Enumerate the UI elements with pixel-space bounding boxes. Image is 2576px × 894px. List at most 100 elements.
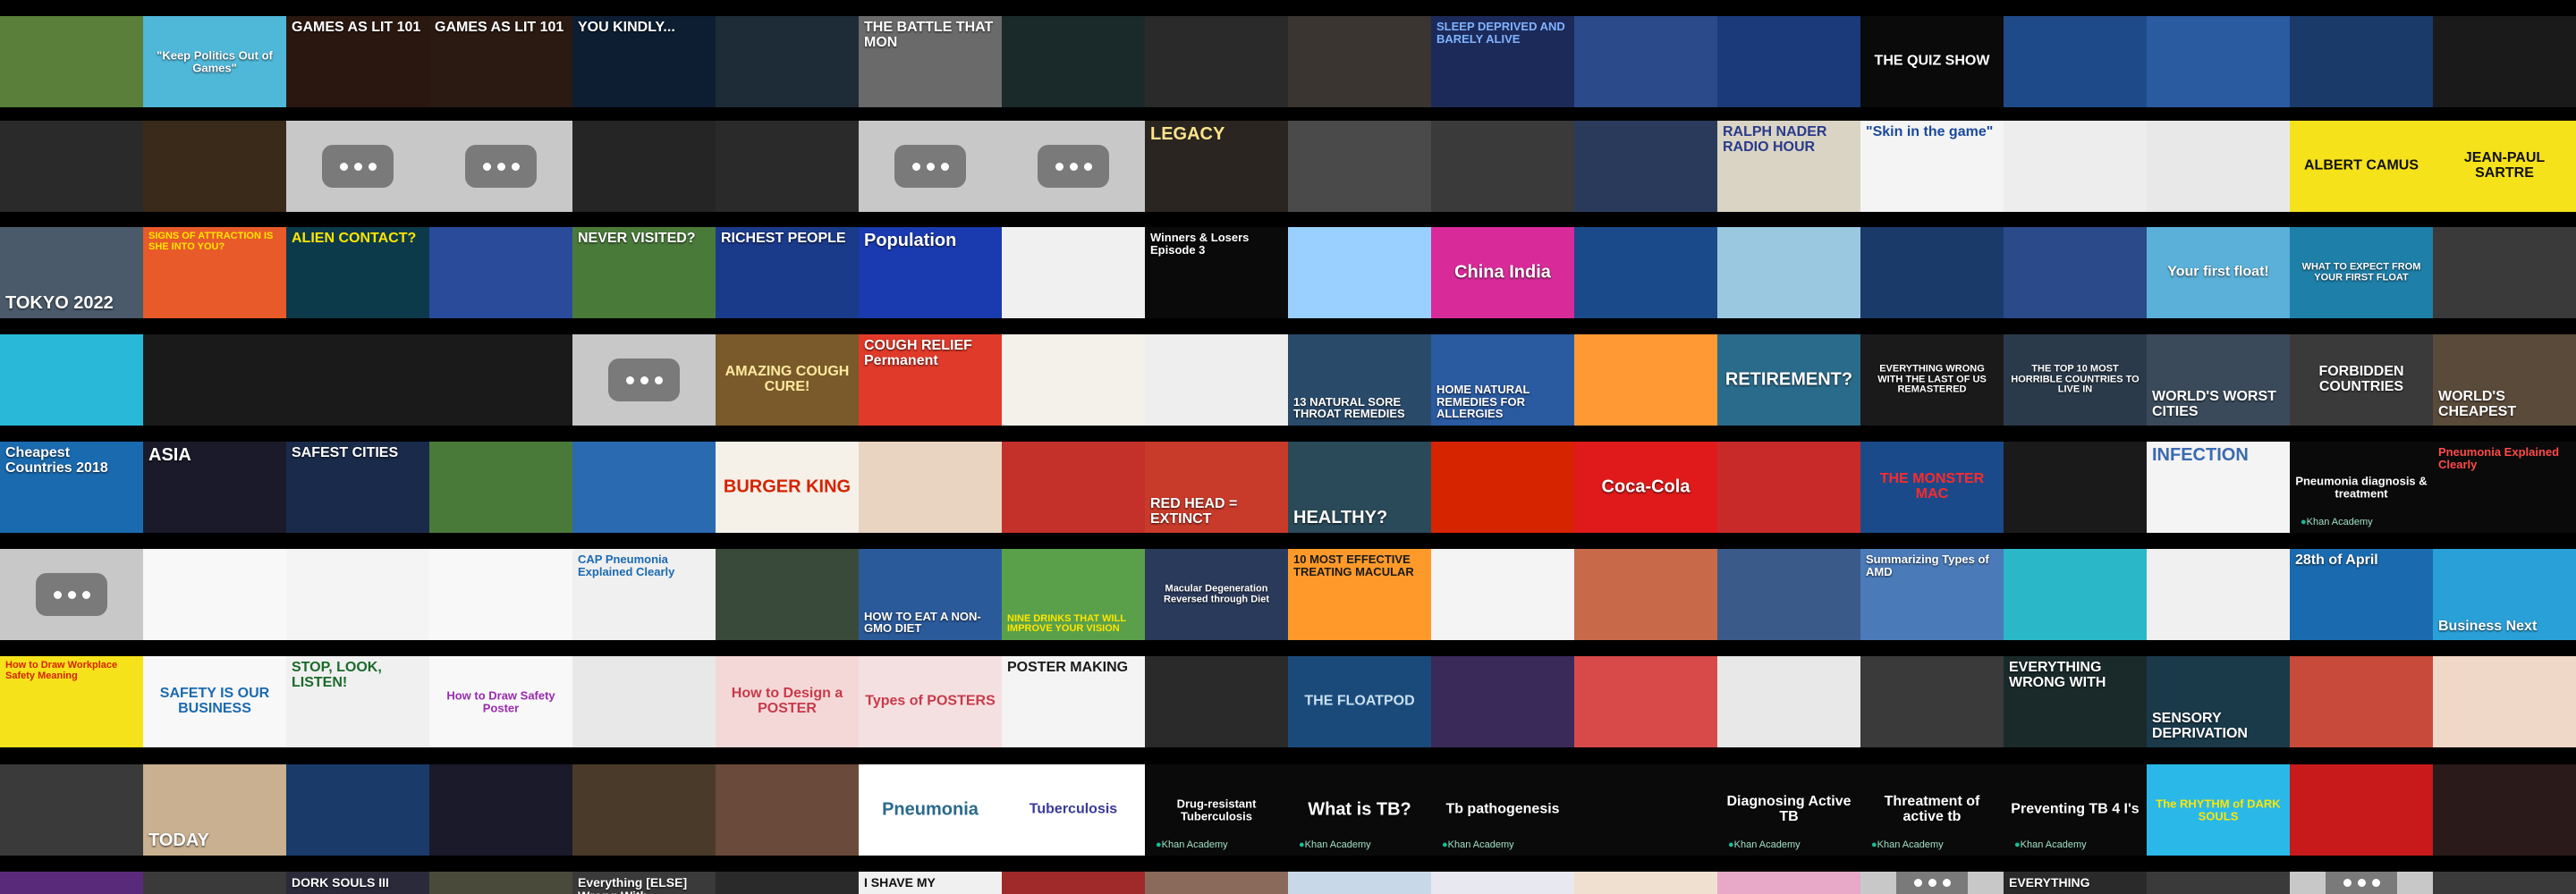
video-thumbnail[interactable]	[1288, 121, 1431, 212]
video-thumbnail[interactable]: RED HEAD = EXTINCT	[1145, 442, 1288, 533]
video-thumbnail[interactable]: Pneumonia	[859, 764, 1002, 856]
video-thumbnail[interactable]	[2004, 16, 2147, 107]
video-thumbnail[interactable]: EVERYTHING WRONG WITH	[2004, 656, 2147, 747]
video-thumbnail[interactable]: EVERYTHING WRONG WITH THE LAST OF US REM…	[1860, 334, 2004, 426]
video-thumbnail[interactable]	[143, 872, 286, 894]
video-thumbnail[interactable]	[1002, 227, 1145, 318]
video-thumbnail[interactable]	[2004, 121, 2147, 212]
video-thumbnail[interactable]	[716, 549, 859, 640]
video-thumbnail[interactable]	[1717, 872, 1860, 894]
video-thumbnail[interactable]	[716, 872, 859, 894]
video-thumbnail[interactable]: Winners & Losers Episode 3	[1145, 227, 1288, 318]
video-thumbnail[interactable]	[716, 121, 859, 212]
video-thumbnail[interactable]: SENSORY DEPRIVATION	[2147, 656, 2290, 747]
video-thumbnail[interactable]: "Keep Politics Out of Games"	[143, 16, 286, 107]
video-thumbnail[interactable]: THE BATTLE THAT MON	[859, 16, 1002, 107]
thumbnail-placeholder[interactable]	[2290, 872, 2433, 894]
video-thumbnail[interactable]: INFECTION	[2147, 442, 2290, 533]
video-thumbnail[interactable]: YOU KINDLY...	[572, 16, 716, 107]
video-thumbnail[interactable]: Drug-resistant Tuberculosis Khan Academy	[1145, 764, 1288, 856]
video-thumbnail[interactable]	[1574, 227, 1717, 318]
video-thumbnail[interactable]: RALPH NADER RADIO HOUR	[1717, 121, 1860, 212]
video-thumbnail[interactable]	[2004, 549, 2147, 640]
video-thumbnail[interactable]	[286, 764, 429, 856]
video-thumbnail[interactable]	[286, 334, 429, 426]
video-thumbnail[interactable]	[716, 764, 859, 856]
video-thumbnail[interactable]: Summarizing Types of AMD	[1860, 549, 2004, 640]
video-thumbnail[interactable]: BURGER KING	[716, 442, 859, 533]
video-thumbnail[interactable]	[572, 442, 716, 533]
video-thumbnail[interactable]: HEALTHY?	[1288, 442, 1431, 533]
video-thumbnail[interactable]	[1574, 334, 1717, 426]
video-thumbnail[interactable]: SAFEST CITIES	[286, 442, 429, 533]
video-thumbnail[interactable]	[1717, 549, 1860, 640]
video-thumbnail[interactable]	[572, 764, 716, 856]
video-thumbnail[interactable]: Your first float!	[2147, 227, 2290, 318]
video-thumbnail[interactable]: China India	[1431, 227, 1574, 318]
video-thumbnail[interactable]: The RHYTHM of DARK SOULS	[2147, 764, 2290, 856]
video-thumbnail[interactable]	[2433, 764, 2576, 856]
video-thumbnail[interactable]: How to Draw Workplace Safety Meaning	[0, 656, 143, 747]
video-thumbnail[interactable]	[0, 334, 143, 426]
video-thumbnail[interactable]: WORLD'S CHEAPEST	[2433, 334, 2576, 426]
video-thumbnail[interactable]: THE TOP 10 MOST HORRIBLE COUNTRIES TO LI…	[2004, 334, 2147, 426]
video-thumbnail[interactable]: How to Design a POSTER	[716, 656, 859, 747]
video-thumbnail[interactable]	[429, 764, 572, 856]
video-thumbnail[interactable]: THE QUIZ SHOW	[1860, 16, 2004, 107]
video-thumbnail[interactable]: EVERYTHING	[2004, 872, 2147, 894]
video-thumbnail[interactable]	[1574, 549, 1717, 640]
video-thumbnail[interactable]: 28th of April	[2290, 549, 2433, 640]
video-thumbnail[interactable]	[2147, 121, 2290, 212]
video-thumbnail[interactable]	[2004, 442, 2147, 533]
video-thumbnail[interactable]	[143, 334, 286, 426]
video-thumbnail[interactable]	[1574, 16, 1717, 107]
video-thumbnail[interactable]: ASIA	[143, 442, 286, 533]
video-thumbnail[interactable]: THE FLOATPOD	[1288, 656, 1431, 747]
video-thumbnail[interactable]	[1002, 334, 1145, 426]
video-thumbnail[interactable]: Tuberculosis	[1002, 764, 1145, 856]
video-thumbnail[interactable]	[1860, 656, 2004, 747]
video-thumbnail[interactable]: TODAY	[143, 764, 286, 856]
video-thumbnail[interactable]	[2433, 872, 2576, 894]
video-thumbnail[interactable]: NEVER VISITED?	[572, 227, 716, 318]
video-thumbnail[interactable]	[2147, 549, 2290, 640]
video-thumbnail[interactable]: COUGH RELIEF Permanent	[859, 334, 1002, 426]
video-thumbnail[interactable]	[1860, 227, 2004, 318]
video-thumbnail[interactable]	[572, 656, 716, 747]
video-thumbnail[interactable]	[1431, 656, 1574, 747]
video-thumbnail[interactable]: RETIREMENT?	[1717, 334, 1860, 426]
video-thumbnail[interactable]: "Skin in the game"	[1860, 121, 2004, 212]
video-thumbnail[interactable]: DORK SOULS III	[286, 872, 429, 894]
video-thumbnail[interactable]	[0, 16, 143, 107]
video-thumbnail[interactable]: Diagnosing Active TB Khan Academy	[1717, 764, 1860, 856]
video-thumbnail[interactable]	[1431, 872, 1574, 894]
thumbnail-placeholder[interactable]	[429, 121, 572, 212]
video-thumbnail[interactable]: Preventing TB 4 I's Khan Academy	[2004, 764, 2147, 856]
video-thumbnail[interactable]: ALBERT CAMUS	[2290, 121, 2433, 212]
video-thumbnail[interactable]: SLEEP DEPRIVED AND BARELY ALIVE	[1431, 16, 1574, 107]
video-thumbnail[interactable]: WHAT TO EXPECT FROM YOUR FIRST FLOAT	[2290, 227, 2433, 318]
video-thumbnail[interactable]: Types of POSTERS	[859, 656, 1002, 747]
video-thumbnail[interactable]	[1717, 442, 1860, 533]
video-thumbnail[interactable]: Everything [ELSE] Wrong With	[572, 872, 716, 894]
thumbnail-placeholder[interactable]	[286, 121, 429, 212]
video-thumbnail[interactable]	[0, 121, 143, 212]
video-thumbnail[interactable]	[1288, 227, 1431, 318]
video-thumbnail[interactable]	[429, 872, 572, 894]
video-thumbnail[interactable]: Pneumonia diagnosis & treatment Khan Acad…	[2290, 442, 2433, 533]
video-thumbnail[interactable]: Tb pathogenesis Khan Academy	[1431, 764, 1574, 856]
video-thumbnail[interactable]: THE MONSTER MAC	[1860, 442, 2004, 533]
video-thumbnail[interactable]: FORBIDDEN COUNTRIES	[2290, 334, 2433, 426]
video-thumbnail[interactable]: HOW TO EAT A NON-GMO DIET	[859, 549, 1002, 640]
video-thumbnail[interactable]: Business Next	[2433, 549, 2576, 640]
video-thumbnail[interactable]	[859, 442, 1002, 533]
video-thumbnail[interactable]: I SHAVE MY	[859, 872, 1002, 894]
video-thumbnail[interactable]: JEAN-PAUL SARTRE	[2433, 121, 2576, 212]
video-thumbnail[interactable]	[2290, 656, 2433, 747]
video-thumbnail[interactable]: SIGNS OF ATTRACTION IS SHE INTO YOU?	[143, 227, 286, 318]
video-thumbnail[interactable]: RICHEST PEOPLE	[716, 227, 859, 318]
video-thumbnail[interactable]: Macular Degeneration Reversed through Di…	[1145, 549, 1288, 640]
video-thumbnail[interactable]	[1145, 334, 1288, 426]
video-thumbnail[interactable]	[2290, 16, 2433, 107]
video-thumbnail[interactable]	[1431, 442, 1574, 533]
